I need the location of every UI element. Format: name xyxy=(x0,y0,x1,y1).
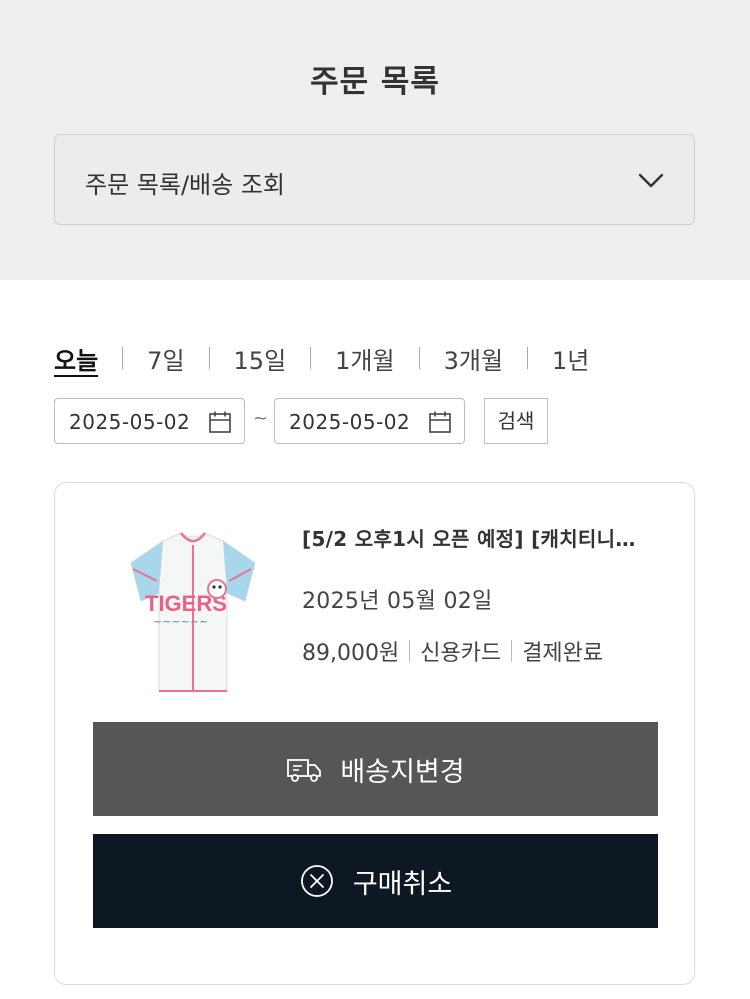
cancel-purchase-button[interactable]: 구매취소 xyxy=(93,834,658,928)
date-range-separator: ~ xyxy=(253,408,269,429)
tab-divider xyxy=(527,347,529,369)
period-tabs: 오늘 7일 15일 1개월 3개월 1년 xyxy=(54,340,589,376)
product-image[interactable]: TIGERS ~~~~~~ xyxy=(123,523,263,698)
period-tab-1year[interactable]: 1년 xyxy=(552,341,589,376)
end-date-value: 2025-05-02 xyxy=(289,410,411,434)
order-card: TIGERS ~~~~~~ [5/2 오후1시 오픈 예정] [캐치티니… 20… xyxy=(54,482,695,985)
order-date: 2025년 05월 02일 xyxy=(302,589,493,614)
product-name[interactable]: [5/2 오후1시 오픈 예정] [캐치티니… xyxy=(302,523,672,552)
select-value: 주문 목록/배송 조회 xyxy=(85,171,285,199)
tab-divider xyxy=(418,347,420,369)
change-address-button[interactable]: 배송지변경 xyxy=(93,722,658,816)
end-date-field[interactable]: 2025-05-02 xyxy=(274,398,465,444)
tab-divider xyxy=(122,347,124,369)
period-tab-today[interactable]: 오늘 xyxy=(54,341,98,376)
payment-method: 신용카드 xyxy=(420,641,502,666)
order-status: 결제완료 xyxy=(522,641,604,666)
cancel-circle-icon xyxy=(300,865,333,897)
meta-divider xyxy=(409,640,411,662)
meta-divider xyxy=(511,640,513,662)
tab-divider xyxy=(208,347,210,369)
calendar-icon xyxy=(209,411,231,433)
change-address-label: 배송지변경 xyxy=(340,756,465,788)
order-category-select[interactable]: 주문 목록/배송 조회 xyxy=(54,134,695,225)
delivery-truck-icon xyxy=(287,759,322,782)
cancel-purchase-label: 구매취소 xyxy=(352,868,453,900)
period-tab-3months[interactable]: 3개월 xyxy=(444,341,503,376)
svg-text:~~~~~~: ~~~~~~ xyxy=(153,615,208,628)
tab-divider xyxy=(310,347,312,369)
period-tab-7days[interactable]: 7일 xyxy=(147,341,184,376)
order-meta: 89,000원 신용카드 결제완료 xyxy=(302,635,603,667)
start-date-value: 2025-05-02 xyxy=(69,410,191,434)
period-tab-1month[interactable]: 1개월 xyxy=(335,341,394,376)
chevron-down-icon xyxy=(638,173,664,188)
start-date-field[interactable]: 2025-05-02 xyxy=(54,398,245,444)
calendar-icon xyxy=(429,411,451,433)
order-price: 89,000원 xyxy=(302,641,400,666)
page-title: 주문 목록 xyxy=(310,64,440,100)
period-tab-15days[interactable]: 15일 xyxy=(234,341,287,376)
search-button[interactable]: 검색 xyxy=(484,398,548,444)
